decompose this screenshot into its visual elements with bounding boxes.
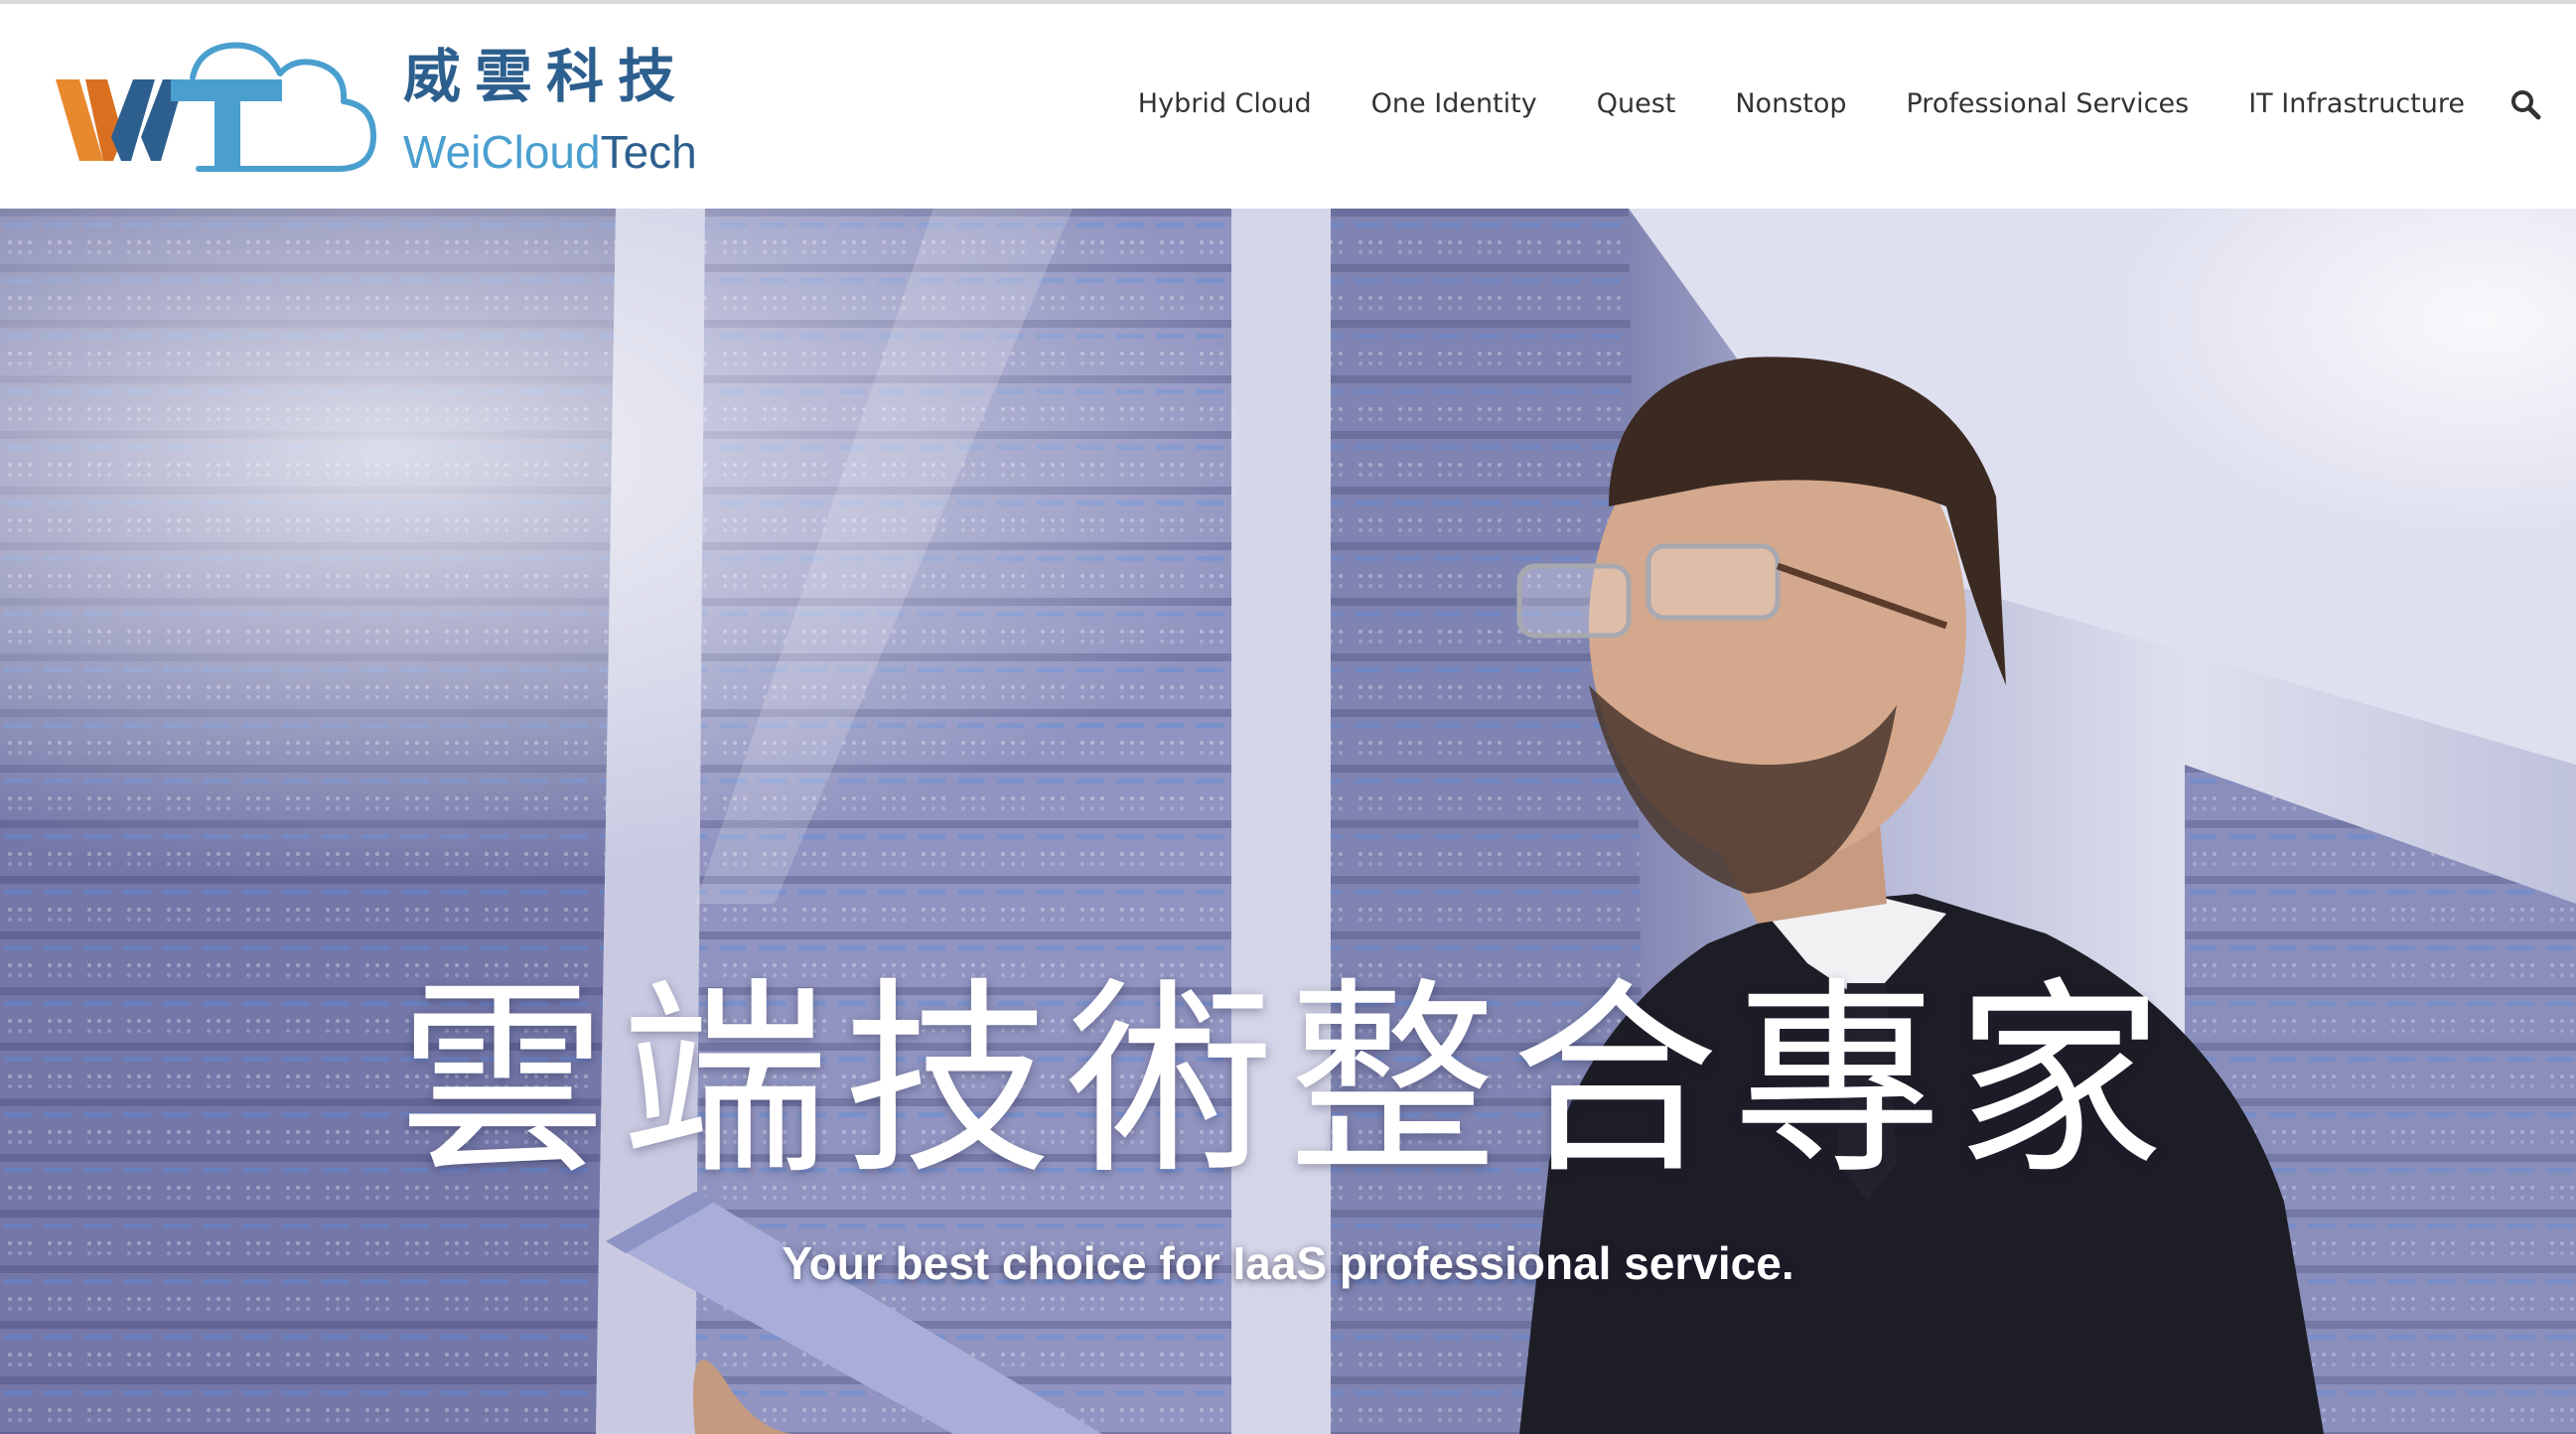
main-navigation: Hybrid Cloud One Identity Quest Nonstop … [1138,77,2576,129]
site-header: 威雲科技 WeiCloudTech Hybrid Cloud One Ident… [0,4,2576,209]
wt-cloud-logo-icon [56,42,376,172]
logo-english-name: WeiCloudTech [403,125,697,179]
logo-chinese-name: 威雲科技 [403,43,690,110]
hero-subtitle: Your best choice for IaaS professional s… [782,1237,1794,1289]
nav-nonstop[interactable]: Nonstop [1735,88,1846,119]
nav-professional-services[interactable]: Professional Services [1907,88,2190,119]
search-icon[interactable] [2508,87,2542,121]
hero-banner: 雲端技術整合專家 Your best choice for IaaS profe… [0,209,2576,1434]
logo-english-part1: WeiCloud [403,126,601,178]
nav-it-infrastructure[interactable]: IT Infrastructure [2248,88,2465,119]
nav-hybrid-cloud[interactable]: Hybrid Cloud [1138,88,1312,119]
nav-one-identity[interactable]: One Identity [1371,88,1537,119]
hero-title: 雲端技術整合專家 [397,958,2178,1203]
logo-english-part2: Tech [600,126,697,178]
site-logo[interactable]: 威雲科技 WeiCloudTech [50,42,725,181]
nav-quest[interactable]: Quest [1597,88,1676,119]
